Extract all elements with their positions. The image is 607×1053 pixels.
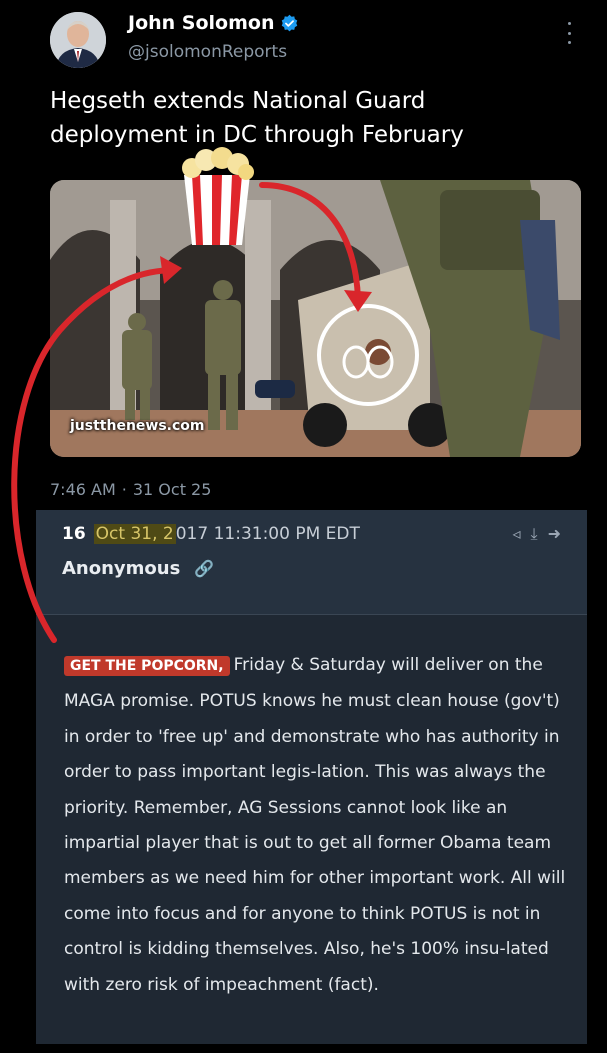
post-author: Anonymous <box>62 558 181 579</box>
media-source-label: justthenews.com <box>70 418 205 434</box>
post-date: Oct 31, 2 017 11:31:00 PM EDT <box>93 524 360 544</box>
author-handle[interactable]: @jsolomonReports <box>128 42 287 62</box>
author-name[interactable]: John Solomon <box>128 12 274 34</box>
popcorn-badge: GET THE POPCORN, <box>64 656 230 676</box>
post-meta: 16 Oct 31, 2 017 11:31:00 PM EDT <box>62 524 360 544</box>
share-icon[interactable]: ◃ <box>512 524 520 544</box>
timestamp-separator: · <box>121 480 127 499</box>
tweet-date: 31 Oct 25 <box>132 480 212 499</box>
post-header: 16 Oct 31, 2 017 11:31:00 PM EDT ◃ ⤓ ➜ An… <box>36 510 587 615</box>
post-author-row: Anonymous 🔗 <box>62 558 214 579</box>
tweet-text: Hegseth extends National Guard deploymen… <box>50 88 464 148</box>
download-icon[interactable]: ⤓ <box>531 524 538 544</box>
quoted-post: 16 Oct 31, 2 017 11:31:00 PM EDT ◃ ⤓ ➜ An… <box>36 510 587 1044</box>
avatar[interactable] <box>50 12 106 68</box>
date-highlight: Oct 31, 2 <box>93 524 176 544</box>
post-body: GET THE POPCORN, Friday & Saturday will d… <box>64 648 569 1003</box>
verified-badge-icon <box>282 14 298 31</box>
post-body-text: Friday & Saturday will deliver on the MA… <box>64 655 566 995</box>
date-rest: 017 11:31:00 PM EDT <box>175 524 360 544</box>
tweet-timestamp[interactable]: 7:46 AM · 31 Oct 25 <box>50 480 211 499</box>
link-icon[interactable]: 🔗 <box>194 559 214 578</box>
tweet-time: 7:46 AM <box>50 480 116 499</box>
author-name-row[interactable]: John Solomon <box>128 12 299 34</box>
more-options-icon[interactable] <box>563 22 575 44</box>
post-number[interactable]: 16 <box>62 524 86 544</box>
tweet-card: John Solomon @jsolomonReports Hegseth ex… <box>0 0 607 510</box>
media-scene <box>50 180 581 457</box>
reply-arrow-icon[interactable]: ➜ <box>548 524 561 544</box>
tweet-media-image[interactable]: justthenews.com <box>50 180 581 457</box>
post-actions: ◃ ⤓ ➜ <box>512 524 561 544</box>
